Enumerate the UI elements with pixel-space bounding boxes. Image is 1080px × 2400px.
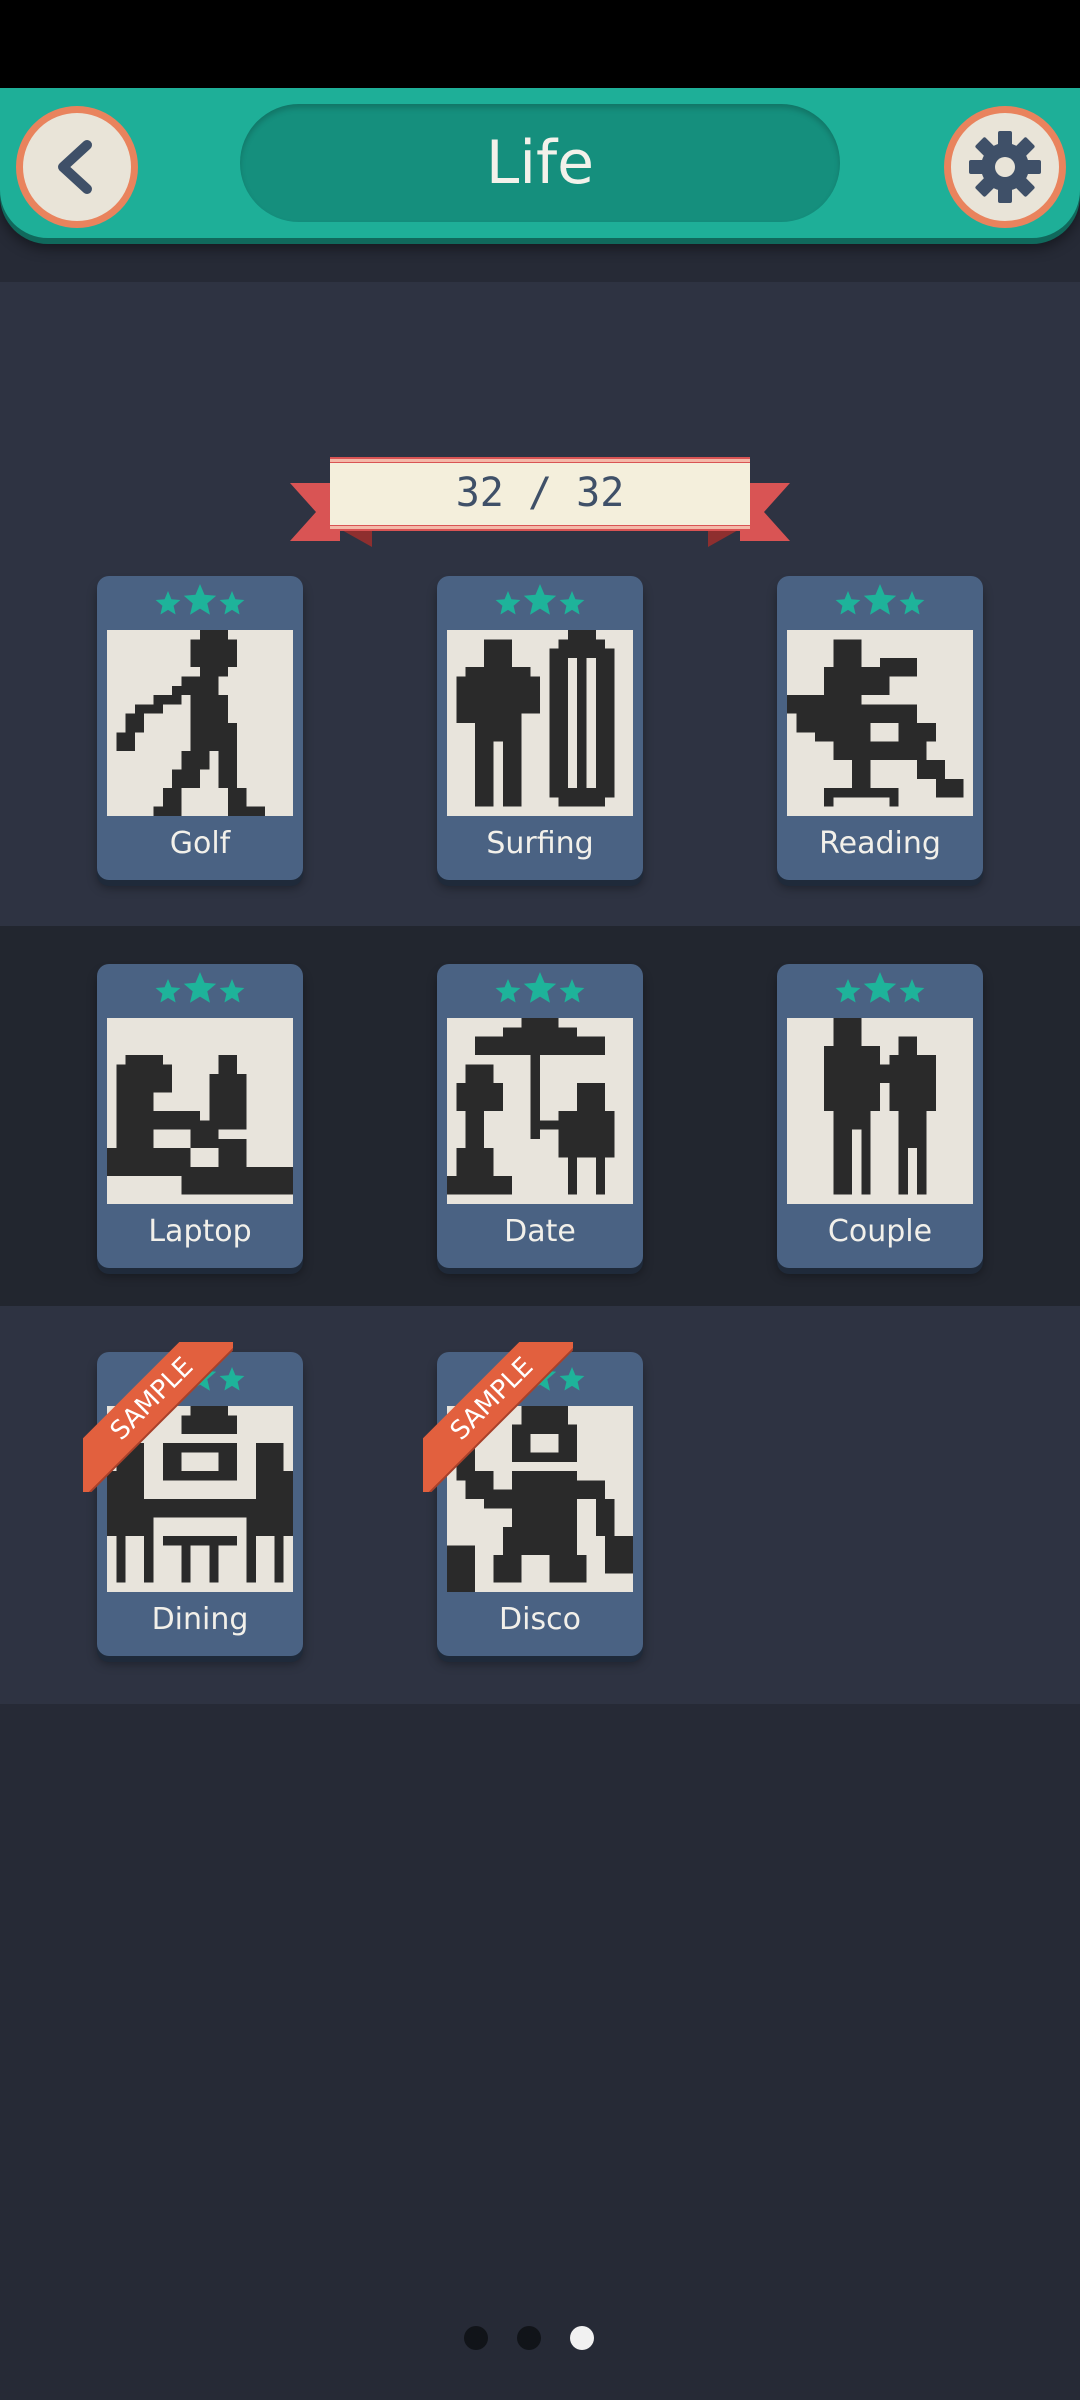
puzzle-label: Surfing (486, 826, 594, 861)
sample-badge: SAMPLE (423, 1342, 573, 1492)
star-icon (219, 979, 245, 1003)
star-icon (863, 584, 897, 615)
star-icon (155, 979, 181, 1003)
puzzle-label: Reading (819, 826, 941, 861)
sample-ribbon: SAMPLE (83, 1342, 233, 1492)
star-icon (183, 972, 217, 1003)
puzzle-label: Date (504, 1214, 576, 1249)
puzzle-card-golf[interactable]: Golf (97, 576, 303, 880)
puzzle-image-laptop (107, 1018, 293, 1204)
header-bar: Life (0, 88, 1080, 238)
chevron-left-icon (58, 140, 92, 194)
star-icon (835, 979, 861, 1003)
puzzle-image-couple (787, 1018, 973, 1204)
status-bar (0, 0, 1080, 88)
puzzle-card-disco[interactable]: Disco SAMPLE (423, 1342, 643, 1656)
star-rating (437, 972, 643, 1006)
progress-count: 32 / 32 (455, 470, 625, 516)
puzzle-image-golf (107, 630, 293, 816)
star-rating (437, 584, 643, 618)
puzzle-label: Disco (499, 1602, 581, 1637)
puzzle-label: Couple (827, 1214, 933, 1249)
page-indicator (464, 2326, 616, 2350)
star-rating (777, 584, 983, 618)
puzzle-card-dining[interactable]: Dining SAMPLE (83, 1342, 303, 1656)
page-dot[interactable] (570, 2326, 594, 2350)
star-icon (899, 591, 925, 615)
puzzle-card-date[interactable]: Date (437, 964, 643, 1268)
puzzle-card-laptop[interactable]: Laptop (97, 964, 303, 1268)
page-title: Life (485, 128, 595, 198)
puzzle-image-date (447, 1018, 633, 1204)
star-icon (559, 979, 585, 1003)
star-icon (155, 591, 181, 615)
sample-badge: SAMPLE (83, 1342, 233, 1492)
star-icon (559, 591, 585, 615)
star-icon (863, 972, 897, 1003)
star-icon (523, 584, 557, 615)
puzzle-label: Dining (151, 1602, 249, 1637)
puzzle-card-surfing[interactable]: Surfing (437, 576, 643, 880)
star-icon (523, 972, 557, 1003)
gear-icon (969, 131, 1041, 203)
star-rating (97, 972, 303, 1006)
category-title-pill: Life (240, 104, 840, 222)
star-rating (97, 584, 303, 618)
puzzle-label: Golf (169, 826, 231, 861)
page-dot[interactable] (464, 2326, 488, 2350)
settings-button[interactable] (944, 106, 1066, 228)
puzzle-card-couple[interactable]: Couple (777, 964, 983, 1268)
sample-ribbon: SAMPLE (423, 1342, 573, 1492)
page-dot[interactable] (517, 2326, 541, 2350)
puzzle-label: Laptop (148, 1214, 252, 1249)
star-icon (495, 979, 521, 1003)
star-icon (899, 979, 925, 1003)
star-rating (777, 972, 983, 1006)
star-icon (219, 591, 245, 615)
puzzle-image-reading (787, 630, 973, 816)
back-button[interactable] (16, 106, 138, 228)
star-icon (183, 584, 217, 615)
star-icon (495, 591, 521, 615)
star-icon (835, 591, 861, 615)
puzzle-image-surfing (447, 630, 633, 816)
puzzle-card-reading[interactable]: Reading (777, 576, 983, 880)
